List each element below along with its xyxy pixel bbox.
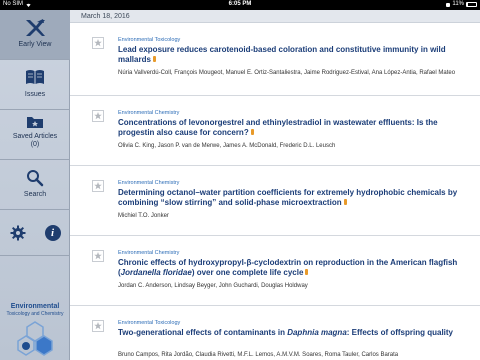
date-header: March 18, 2016 xyxy=(70,10,480,23)
early-view-logo-icon xyxy=(26,19,45,36)
article-title-part: Two-generational effects of contaminants… xyxy=(118,328,288,337)
article-title[interactable]: Concentrations of levonorgestrel and eth… xyxy=(118,118,470,138)
article-title[interactable]: Lead exposure reduces carotenoid-based c… xyxy=(118,45,470,65)
article-title-species: Jordanella floridae xyxy=(120,268,192,277)
pdf-icon xyxy=(250,129,254,135)
article-authors: Olivia C. King, Jason P. van de Merwe, J… xyxy=(118,143,336,149)
article-section: Environmental Toxicology xyxy=(118,320,181,326)
folder-icon xyxy=(27,117,43,128)
favorite-star-icon[interactable] xyxy=(92,180,104,192)
sidebar-item-label: Issues xyxy=(24,91,46,98)
sidebar-item-search[interactable]: Search xyxy=(0,160,70,210)
app-window: No SIM 6:05 PM 11% Early View Issues Sav… xyxy=(0,0,480,360)
article-title-part: ) over one complete life cycle xyxy=(191,268,304,277)
book-icon xyxy=(26,70,44,84)
favorite-star-icon[interactable] xyxy=(92,250,104,262)
article-section: Environmental Toxicology xyxy=(118,37,181,43)
settings-row: i xyxy=(0,210,70,256)
article-feed: March 18, 2016 Environmental Toxicology … xyxy=(70,10,480,360)
sidebar-item-early-view[interactable]: Early View xyxy=(0,10,70,60)
pdf-icon xyxy=(343,199,347,205)
info-icon[interactable]: i xyxy=(44,224,61,241)
favorite-star-icon[interactable] xyxy=(92,110,104,122)
orientation-lock-icon xyxy=(446,3,451,7)
article-title[interactable]: Determining octanol–water partition coef… xyxy=(118,188,470,208)
search-icon xyxy=(27,170,44,187)
battery-percent: 11% xyxy=(452,1,464,7)
article-title-text: Concentrations of levonorgestrel and eth… xyxy=(118,118,438,137)
article-authors: Núria Vallverdú-Coll, François Mougeot, … xyxy=(118,70,456,76)
sidebar-item-label: Saved Articles (0) xyxy=(12,133,58,148)
article-item[interactable]: Environmental Chemistry Chronic effects … xyxy=(70,236,480,306)
article-section: Environmental Chemistry xyxy=(118,110,180,116)
battery-icon xyxy=(466,1,477,7)
article-item[interactable]: Environmental Chemistry Concentrations o… xyxy=(70,96,480,166)
article-section: Environmental Chemistry xyxy=(118,180,180,186)
journal-name-line2: Toxicology and Chemistry xyxy=(6,311,64,317)
status-right: 11% xyxy=(446,1,477,7)
article-title-text: Determining octanol–water partition coef… xyxy=(118,188,458,207)
article-title-species: Daphnia magna xyxy=(287,328,347,337)
sidebar-item-label: Early View xyxy=(18,41,52,48)
favorite-star-icon[interactable] xyxy=(92,37,104,49)
journal-logo: Environmental Toxicology and Chemistry xyxy=(0,303,70,360)
article-title-part: : Effects of offspring quality xyxy=(346,328,454,337)
sidebar-item-saved-articles[interactable]: Saved Articles (0) xyxy=(0,110,70,160)
battery-level-fill xyxy=(467,2,468,6)
article-authors: Bruno Campos, Rita Jordão, Claudia Rivet… xyxy=(118,352,399,358)
article-item[interactable]: Environmental Toxicology Lead exposure r… xyxy=(70,24,480,96)
etc-molecule-logo xyxy=(17,321,53,356)
pdf-icon xyxy=(152,56,156,62)
article-title[interactable]: Two-generational effects of contaminants… xyxy=(118,328,470,338)
status-bar: No SIM 6:05 PM 11% xyxy=(0,0,480,10)
article-authors: Jordan C. Anderson, Lindsay Beyger, John… xyxy=(118,283,308,289)
article-item[interactable]: Environmental Toxicology Two-generationa… xyxy=(70,306,480,360)
favorite-star-icon[interactable] xyxy=(92,320,104,332)
article-section: Environmental Chemistry xyxy=(118,250,180,256)
article-authors: Michiel T.O. Jonker xyxy=(118,213,169,219)
gear-icon[interactable] xyxy=(10,225,26,241)
article-title[interactable]: Chronic effects of hydroxypropyl-β-cyclo… xyxy=(118,258,470,278)
sidebar-item-label: Search xyxy=(23,191,47,198)
pdf-icon xyxy=(305,269,309,275)
journal-name-line1: Environmental xyxy=(10,303,60,310)
article-item[interactable]: Environmental Chemistry Determining octa… xyxy=(70,166,480,236)
sidebar-item-issues[interactable]: Issues xyxy=(0,60,70,110)
status-time: 6:05 PM xyxy=(228,1,252,7)
article-title-text: Lead exposure reduces carotenoid-based c… xyxy=(118,45,446,64)
sidebar: Early View Issues Saved Articles (0) Sea… xyxy=(0,10,70,360)
